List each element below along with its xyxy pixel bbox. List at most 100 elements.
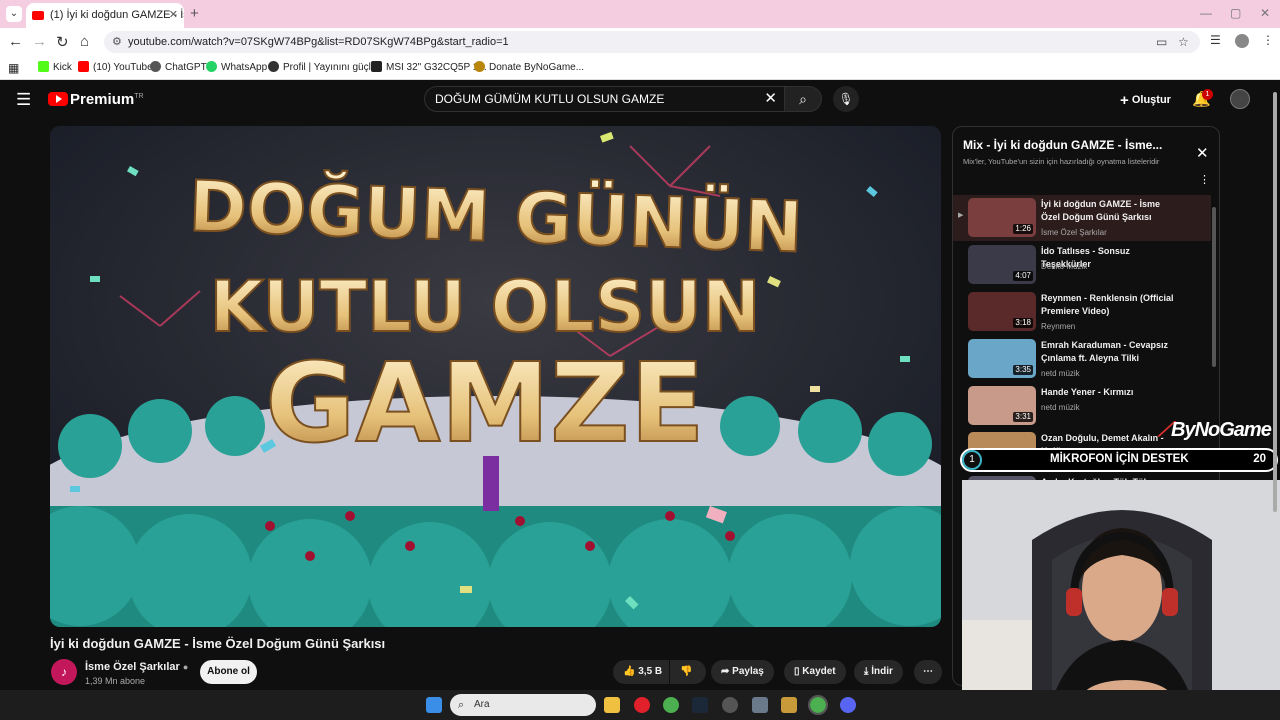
playlist-item[interactable]: 4:07 İdo Tatlıses - Sonsuz Teşekkürler Der… [953,242,1211,288]
video-line-3: GAMZE [265,339,705,467]
page-scrollbar[interactable] [1273,92,1277,512]
share-icon: ➦ [721,666,730,677]
playlist-menu-icon[interactable]: ⋮ [1199,173,1210,186]
url-text: youtube.com/watch?v=07SKgW74BPg&list=RD0… [128,36,509,48]
playlist-thumbnail[interactable]: 1:26 [968,198,1036,237]
subscribe-button[interactable]: Abone ol [200,660,257,684]
download-button[interactable]: ⤓ İndir [854,660,903,684]
tab-search-button[interactable]: ⌄ [6,6,22,22]
bookmarks-bar: ▦ Kick (10) YouTube ChatGPT WhatsApp Pro… [0,56,1280,80]
new-tab-button[interactable]: + [190,5,199,22]
playlist-scrollbar[interactable] [1212,207,1216,367]
tab-close-icon[interactable]: ✕ [169,3,178,27]
video-line-2: KUTLU OLSUN [210,266,761,348]
video-player[interactable]: DOĞUM GÜNÜN KUTLU OLSUN GAMZE [50,126,941,627]
channel-name[interactable]: İsme Özel Şarkılar ● [85,661,188,673]
bookmark-donate[interactable]: Donate ByNoGame... [474,60,584,76]
chatgpt-icon [150,61,161,72]
close-playlist-icon[interactable]: ✕ [1196,144,1209,162]
home-icon[interactable]: ⌂ [80,33,89,50]
verified-icon: ● [182,662,189,672]
playlist-title: Mix - İyi ki doğdun GAMZE - İsme... [963,138,1163,152]
donate-icon [474,61,485,72]
more-actions-button[interactable]: ⋯ [914,660,942,684]
plus-icon: + [1120,92,1129,109]
forward-icon[interactable]: → [32,33,47,50]
youtube-header: ☰ PremiumTR DOĞUM GÜMÜM KUTLU OLSUN GAMZ… [0,80,1280,120]
bynogame-mark-icon: ⟋ [1158,419,1172,441]
playlist-item-title: Emrah Karaduman - Cevapsız Çınlama ft. A… [1041,340,1169,363]
apps-grid-icon[interactable]: ▦ [8,60,19,76]
file-explorer-icon[interactable] [604,697,620,713]
windows-start-icon[interactable] [426,697,442,713]
hamburger-menu-icon[interactable]: ☰ [16,90,31,110]
playlist-item[interactable]: 3:18 Reynmen - Renklensin (Official Premi… [953,289,1211,335]
taskbar: ⌕ Ara [0,690,1280,720]
search-input[interactable]: DOĞUM GÜMÜM KUTLU OLSUN GAMZE ✕ [424,86,786,112]
kick-icon [38,61,49,72]
playlist-item-channel: İsme Özel Şarkılar [1041,228,1107,237]
youtube-favicon-icon [32,11,44,20]
playlist-thumbnail[interactable]: 3:18 [968,292,1036,331]
minimize-icon[interactable]: — [1200,6,1212,20]
duration-badge: 4:07 [1013,271,1033,281]
playlist-thumbnail[interactable]: 3:31 [968,386,1036,425]
reading-list-icon[interactable]: ☰ [1210,33,1221,47]
video-title: İyi ki doğdun GAMZE - İsme Özel Doğum Gü… [50,636,386,651]
browser-tab[interactable]: (1) İyi ki doğdun GAMZE - İsme Özel Doğu… [26,3,184,28]
steam-icon[interactable] [692,697,708,713]
league-icon[interactable] [781,697,797,713]
goal-count: 20 [1253,453,1266,465]
save-button[interactable]: ▯ Kaydet [784,660,846,684]
app-icon[interactable] [722,697,738,713]
bookmark-star-icon[interactable]: ☆ [1178,31,1189,53]
thumbs-up-icon: 👍 [623,666,636,677]
browser-menu-icon[interactable]: ⋮ [1262,33,1274,47]
playlist-item[interactable]: ▶ 1:26 İyi ki doğdun GAMZE - İsme Özel Doğ… [953,195,1211,241]
channel-avatar[interactable]: ♪ [51,659,77,685]
taskbar-search[interactable]: ⌕ Ara [450,694,596,716]
window-close-icon[interactable]: ✕ [1260,6,1270,20]
back-icon[interactable]: ← [8,33,23,50]
video-frame: DOĞUM GÜNÜN KUTLU OLSUN GAMZE [50,126,941,627]
app-icon-2[interactable] [752,697,768,713]
clear-search-icon[interactable]: ✕ [764,87,777,111]
playlist-item-title: Reynmen - Renklensin (Official Premiere … [1041,293,1174,316]
duration-badge: 1:26 [1013,224,1033,234]
playlist-item-title: Hande Yener - Kırmızı [1041,387,1134,397]
bookmark-msi[interactable]: MSI 32" G32CQ5P 1... [371,60,487,76]
whatsapp-icon [206,61,217,72]
chrome-active-icon[interactable] [808,695,828,715]
profile-avatar[interactable] [1235,34,1249,48]
download-icon: ⤓ [864,666,869,677]
create-button[interactable]: + Oluştur [1120,92,1171,109]
playlist-subtitle: Mix'ler, YouTube'un sizin için hazırladı… [963,157,1160,166]
webcam-image [962,480,1280,720]
playlist-item-channel: netd müzik [1041,403,1080,412]
account-avatar[interactable] [1230,89,1250,109]
maximize-icon[interactable]: ▢ [1230,6,1241,20]
playlist-thumbnail[interactable]: 4:07 [968,245,1036,284]
chrome-icon[interactable] [663,697,679,713]
reload-icon[interactable]: ↻ [56,33,69,51]
url-field[interactable]: ⚙ youtube.com/watch?v=07SKgW74BPg&list=R… [104,31,1200,53]
playlist-thumbnail[interactable]: 3:35 [968,339,1036,378]
bookmark-kick[interactable]: Kick [38,60,72,76]
bookmark-chatgpt[interactable]: ChatGPT [150,60,207,76]
share-button[interactable]: ➦ Paylaş [711,660,774,684]
install-icon[interactable]: ▭ [1156,31,1167,53]
dislike-button[interactable]: 👎 [670,660,706,684]
bynogame-logo: ⟋ByNoGame [1158,419,1272,441]
bookmark-whatsapp[interactable]: WhatsApp [206,60,267,76]
playlist-item[interactable]: 3:35 Emrah Karaduman - Cevapsız Çınlama f… [953,336,1211,382]
like-button[interactable]: 👍 3,5 B [613,660,669,684]
opera-icon[interactable] [634,697,650,713]
site-info-icon[interactable]: ⚙ [112,31,122,53]
bookmark-profil[interactable]: Profil | Yayınını güçl... [268,60,379,76]
discord-icon[interactable] [840,697,856,713]
voice-search-button[interactable]: 🎙 [833,86,859,112]
youtube-logo[interactable]: PremiumTR [48,91,144,108]
goal-label: MİKROFON İÇİN DESTEK [1050,453,1189,465]
bookmark-youtube[interactable]: (10) YouTube [78,60,153,76]
search-button[interactable]: ⌕ [784,86,822,112]
